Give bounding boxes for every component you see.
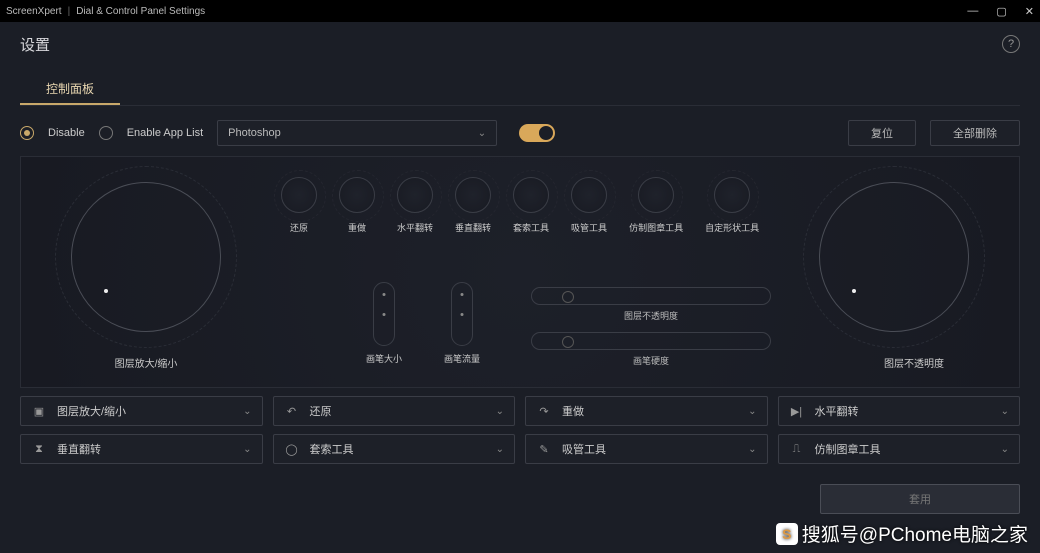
slider-label: 图层不透明度: [531, 309, 771, 322]
small-dial-label: 自定形状工具: [705, 221, 759, 234]
right-dial-label: 图层不透明度: [854, 355, 974, 370]
selector-label: 重做: [562, 403, 584, 419]
selector-4[interactable]: ⧗ 垂直翻转 ⌄: [20, 434, 263, 464]
chevron-down-icon: ⌄: [1001, 406, 1009, 417]
selector-label: 吸管工具: [562, 441, 606, 457]
small-dial-label: 套索工具: [513, 221, 549, 234]
chevron-down-icon: ⌄: [1001, 444, 1009, 455]
help-icon[interactable]: ?: [1002, 35, 1020, 53]
window-title: Dial & Control Panel Settings: [76, 6, 205, 17]
radio-disable[interactable]: [20, 126, 34, 140]
selector-label: 水平翻转: [815, 403, 859, 419]
small-dial-label: 重做: [348, 221, 366, 234]
radio-enable-label: Enable App List: [127, 127, 203, 139]
selector-1[interactable]: ↶ 还原 ⌄: [273, 396, 516, 426]
app-dropdown[interactable]: Photoshop ⌄: [217, 120, 497, 146]
small-dial-5[interactable]: [571, 177, 607, 213]
chevron-down-icon: ⌄: [748, 444, 756, 455]
chevron-down-icon: ⌄: [748, 406, 756, 417]
pill-label: 画笔流量: [444, 352, 480, 365]
slider-0[interactable]: [531, 287, 771, 305]
slider-1[interactable]: [531, 332, 771, 350]
chevron-down-icon: ⌄: [496, 444, 504, 455]
small-dial-label: 垂直翻转: [455, 221, 491, 234]
selector-5[interactable]: ◯ 套索工具 ⌄: [273, 434, 516, 464]
small-dial-7[interactable]: [714, 177, 750, 213]
selector-3[interactable]: ▶| 水平翻转 ⌄: [778, 396, 1021, 426]
selector-label: 垂直翻转: [57, 441, 101, 457]
left-dial[interactable]: [71, 182, 221, 332]
radio-enable-app-list[interactable]: [99, 126, 113, 140]
chevron-down-icon: ⌄: [478, 128, 486, 139]
small-dial-label: 水平翻转: [397, 221, 433, 234]
close-icon[interactable]: ✕: [1025, 5, 1034, 18]
dial-canvas: 图层放大/缩小 图层不透明度 还原 重做 水平翻转 垂直翻转 套索工具 吸管工具 仿制图章工…: [20, 156, 1020, 388]
chevron-down-icon: ⌄: [243, 406, 251, 417]
selector-2[interactable]: ↷ 重做 ⌄: [525, 396, 768, 426]
slider-label: 画笔硬度: [531, 354, 771, 367]
small-dial-label: 吸管工具: [571, 221, 607, 234]
selector-6[interactable]: ✎ 吸管工具 ⌄: [525, 434, 768, 464]
reset-button[interactable]: 复位: [848, 120, 916, 146]
lasso-icon: ◯: [284, 443, 300, 456]
selector-label: 套索工具: [310, 441, 354, 457]
redo-icon: ↷: [536, 405, 552, 418]
apply-button[interactable]: 套用: [820, 484, 1020, 514]
small-dial-0[interactable]: [281, 177, 317, 213]
selector-label: 图层放大/缩小: [57, 403, 126, 419]
eyedropper-icon: ✎: [536, 443, 552, 456]
right-dial[interactable]: [819, 182, 969, 332]
flip-v-icon: ⧗: [31, 443, 47, 456]
left-dial-label: 图层放大/缩小: [86, 355, 206, 370]
minimize-icon[interactable]: ―: [967, 5, 978, 17]
selector-label: 还原: [310, 403, 332, 419]
page-title: 设置: [20, 34, 50, 55]
pill-0[interactable]: [373, 282, 395, 346]
pill-1[interactable]: [451, 282, 473, 346]
undo-icon: ↶: [284, 405, 300, 418]
enable-toggle[interactable]: [519, 124, 555, 142]
clone-stamp-icon: ⎍: [789, 443, 805, 456]
small-dial-6[interactable]: [638, 177, 674, 213]
tab-control-panel[interactable]: 控制面板: [20, 74, 120, 105]
small-dial-2[interactable]: [397, 177, 433, 213]
small-dial-4[interactable]: [513, 177, 549, 213]
radio-disable-label: Disable: [48, 127, 85, 139]
small-dial-3[interactable]: [455, 177, 491, 213]
layers-icon: ▣: [31, 405, 47, 418]
pill-label: 画笔大小: [366, 352, 402, 365]
selector-0[interactable]: ▣ 图层放大/缩小 ⌄: [20, 396, 263, 426]
selector-7[interactable]: ⎍ 仿制图章工具 ⌄: [778, 434, 1021, 464]
maximize-icon[interactable]: ▢: [996, 5, 1006, 18]
flip-h-icon: ▶|: [789, 405, 805, 418]
chevron-down-icon: ⌄: [243, 444, 251, 455]
delete-all-button[interactable]: 全部删除: [930, 120, 1020, 146]
titlebar: ScreenXpert | Dial & Control Panel Setti…: [0, 0, 1040, 22]
chevron-down-icon: ⌄: [496, 406, 504, 417]
selector-label: 仿制图章工具: [815, 441, 881, 457]
app-name: ScreenXpert: [6, 6, 62, 17]
small-dial-label: 仿制图章工具: [629, 221, 683, 234]
small-dial-1[interactable]: [339, 177, 375, 213]
small-dial-label: 还原: [290, 221, 308, 234]
